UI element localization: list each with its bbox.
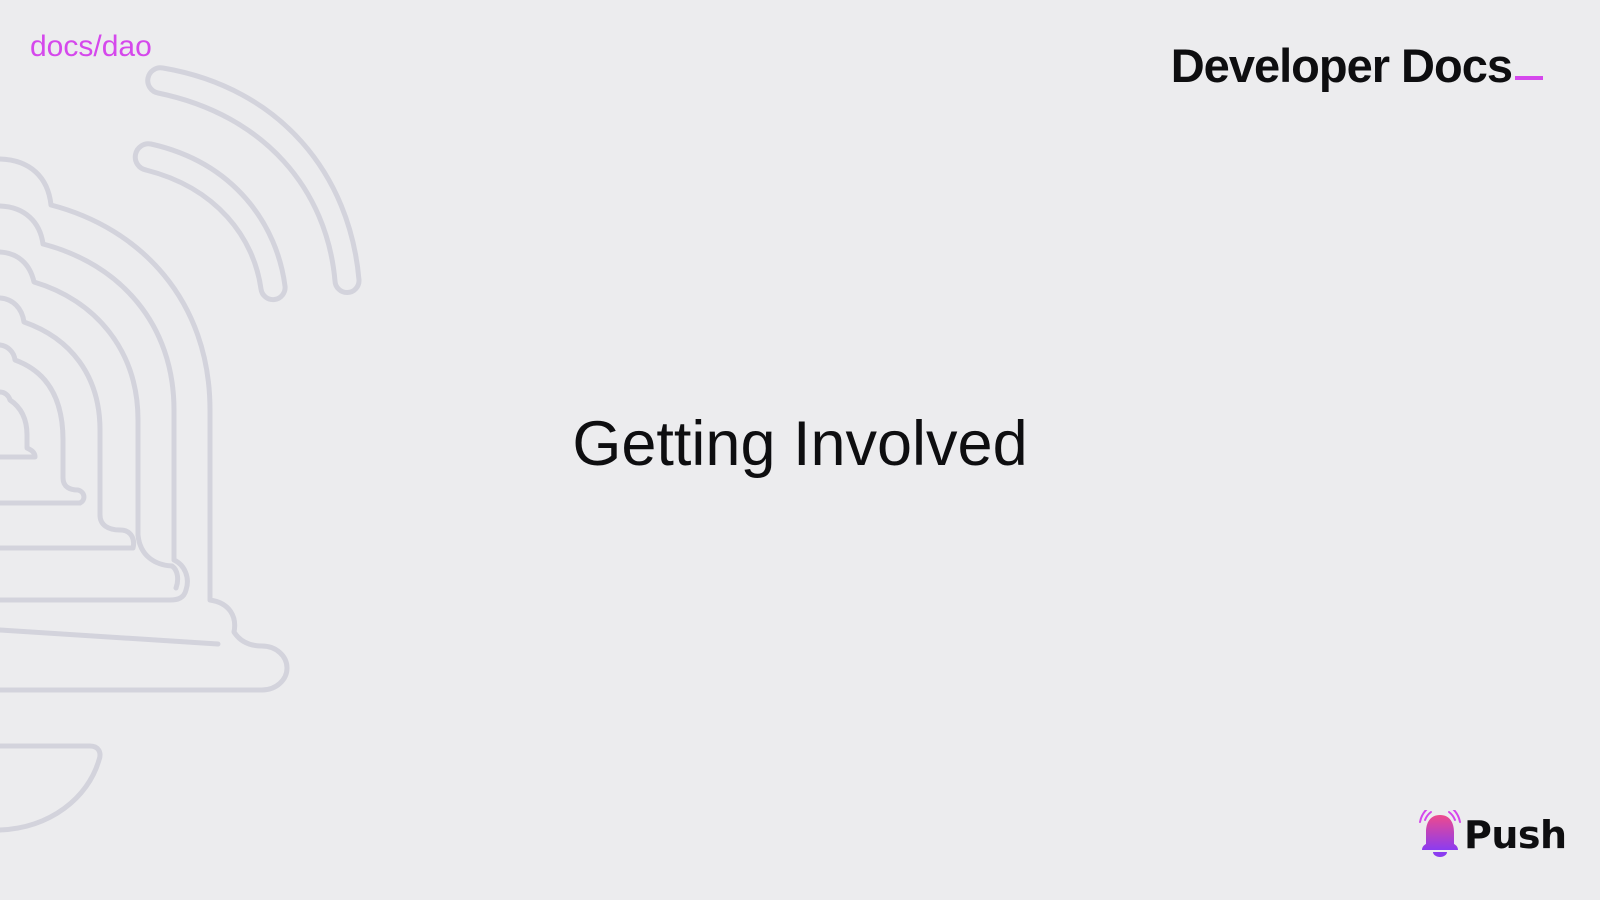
slide: docs/dao Developer Docs Getting Involved… [0,0,1600,900]
push-logo: Push [1417,810,1567,860]
bell-icon [1419,810,1461,857]
brand-title: Developer Docs [1170,39,1513,92]
breadcrumb[interactable]: docs/dao [30,29,152,65]
page-title: Getting Involved [572,409,1028,479]
cursor-underscore [1515,76,1543,80]
logo-text: Push [1464,813,1567,857]
